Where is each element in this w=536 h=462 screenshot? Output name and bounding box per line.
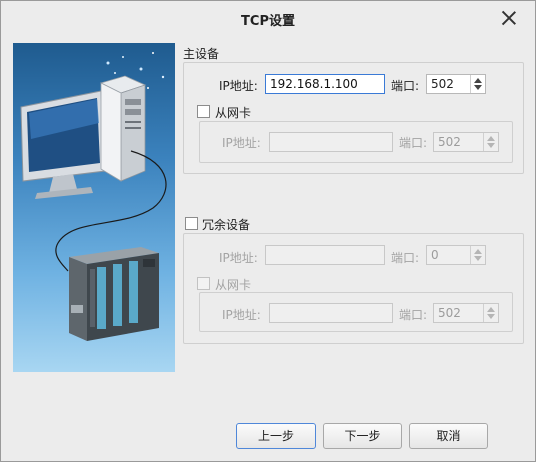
redundant-secondary-nic-checkbox[interactable] [197,277,210,290]
primary-nic-port-value: 502 [438,135,461,149]
redundant-ip-input[interactable] [265,245,385,265]
redundant-port-value: 0 [431,248,439,262]
stepper-up-icon[interactable] [474,249,482,254]
stepper-down-icon[interactable] [474,85,482,90]
stepper-up-icon[interactable] [487,307,495,312]
stepper-down-icon[interactable] [487,314,495,319]
stepper-arrows[interactable] [470,75,485,93]
redundant-nic-port-label: 端口: [399,308,428,322]
redundant-device-checkbox[interactable] [185,217,198,230]
next-step-button[interactable]: 下一步 [323,423,402,449]
desktop-computer-icon [20,75,147,199]
redundant-ip-label: IP地址: [219,251,258,265]
redundant-device-label: 冗余设备 [202,218,251,232]
stepper-down-icon[interactable] [487,143,495,148]
illustration-panel [13,43,175,372]
primary-port-value: 502 [431,77,454,91]
primary-port-stepper[interactable]: 502 [426,74,486,94]
connection-illustration [20,52,167,341]
stepper-up-icon[interactable] [474,78,482,83]
redundant-secondary-nic-label: 从网卡 [215,278,252,292]
primary-nic-port-label: 端口: [399,136,428,150]
title-bar: TCP设置 [1,1,535,35]
primary-secondary-nic-checkbox[interactable] [197,105,210,118]
close-icon[interactable] [499,8,519,28]
stepper-arrows[interactable] [483,304,498,322]
primary-port-label: 端口: [391,79,420,93]
stepper-arrows[interactable] [483,133,498,151]
primary-nic-ip-input[interactable] [269,132,393,152]
redundant-port-label: 端口: [391,251,420,265]
redundant-nic-ip-label: IP地址: [222,308,261,322]
primary-nic-ip-label: IP地址: [222,136,261,150]
stepper-up-icon[interactable] [487,136,495,141]
primary-secondary-nic-label: 从网卡 [215,106,252,120]
dialog-title: TCP设置 [241,14,295,29]
redundant-port-stepper[interactable]: 0 [426,245,486,265]
primary-nic-port-stepper[interactable]: 502 [433,132,499,152]
stepper-down-icon[interactable] [474,256,482,261]
primary-ip-input[interactable]: 192.168.1.100 [265,74,385,94]
primary-group-label: 主设备 [183,47,220,61]
primary-ip-label: IP地址: [219,79,258,93]
cancel-button[interactable]: 取消 [409,423,488,449]
redundant-nic-port-value: 502 [438,306,461,320]
tcp-settings-dialog: TCP设置 主设备 IP地址: 192.168.1.100 端口: 502 从网… [0,0,536,462]
plc-device-icon [69,247,159,341]
stepper-arrows[interactable] [470,246,485,264]
redundant-nic-port-stepper[interactable]: 502 [433,303,499,323]
redundant-nic-ip-input[interactable] [269,303,393,323]
prev-step-button[interactable]: 上一步 [236,423,316,449]
